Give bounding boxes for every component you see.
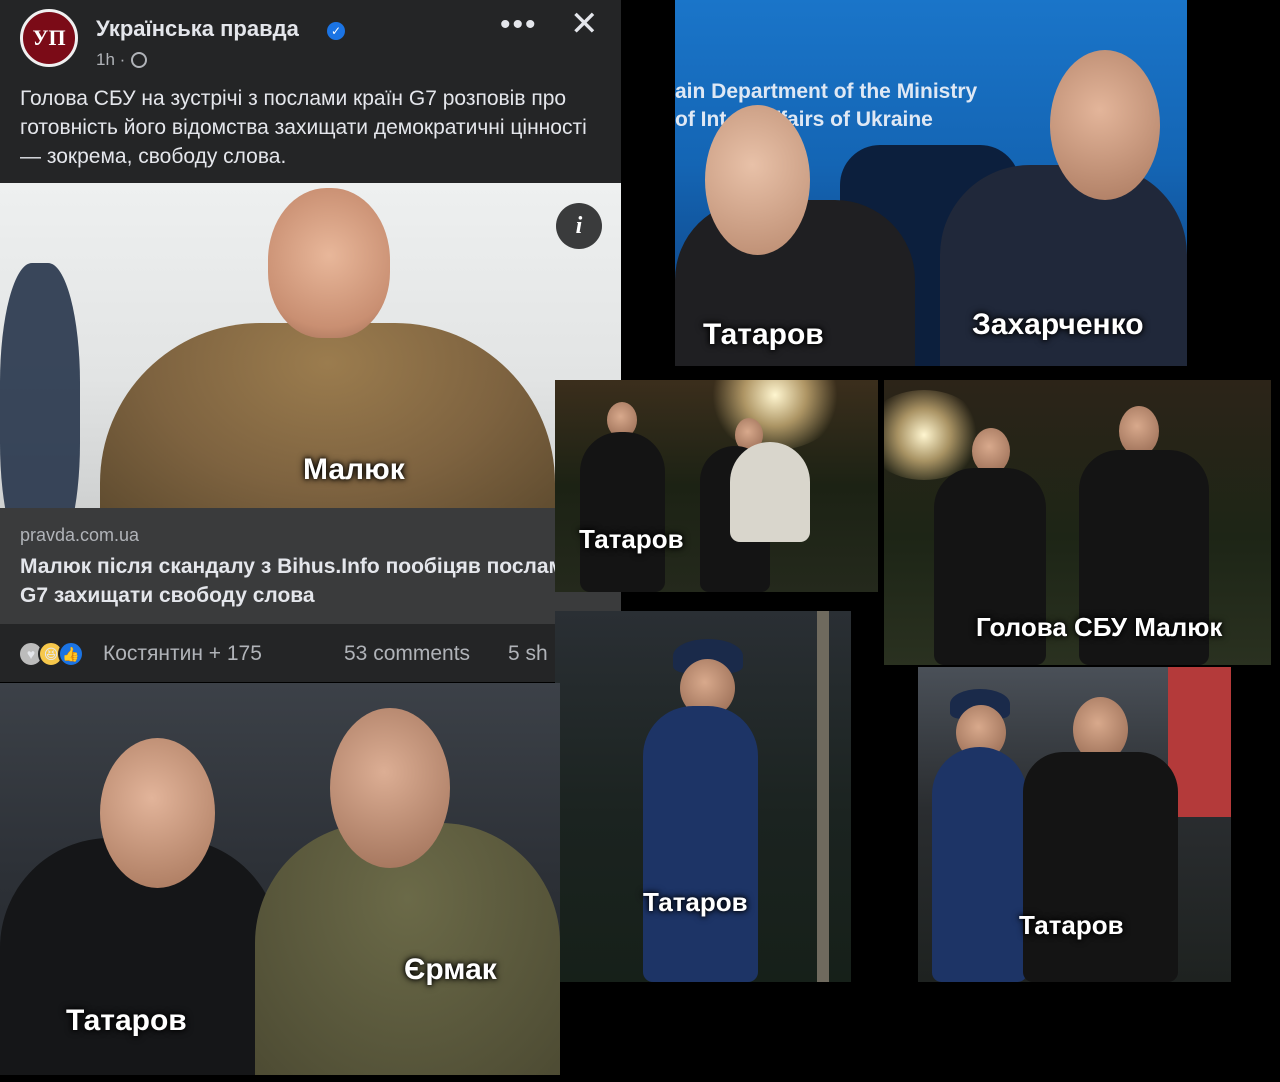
post-meta: 1h · — [96, 50, 148, 70]
photo-tatarov-ermak: Єрмак Татаров — [0, 683, 560, 1075]
image-caption-maliuk: Малюк — [303, 453, 405, 486]
night-photo-4: Татаров — [918, 667, 1231, 982]
caption-tatarov: Татаров — [579, 524, 684, 554]
caption-tatarov: Татаров — [643, 887, 748, 917]
night-photo-2: Голова СБУ Малюк — [884, 380, 1271, 665]
caption-ermak: Єрмак — [404, 953, 497, 986]
like-reaction-icon: 👍 — [58, 641, 84, 667]
caption-tatarov: Татаров — [1019, 910, 1124, 940]
person-body — [580, 432, 665, 592]
night-photo-3: Татаров — [555, 611, 851, 982]
facebook-post-card: УП Українська правда ✓ 1h · ••• ✕ Голова… — [0, 0, 621, 682]
post-text: Голова СБУ на зустрічі з послами країн G… — [20, 87, 587, 168]
night-photo-1: Татаров — [555, 380, 878, 592]
comments-count[interactable]: 53 comments — [344, 642, 470, 666]
person-head — [330, 708, 450, 868]
shares-count[interactable]: 5 sh — [508, 642, 548, 666]
caption-sbu-head-maliuk: Голова СБУ Малюк — [976, 612, 1223, 642]
street-light — [884, 390, 984, 480]
caption-tatarov: Татаров — [66, 1004, 187, 1037]
person-head — [100, 738, 215, 888]
pole — [817, 611, 829, 982]
person-head — [1119, 406, 1159, 456]
page-name-link[interactable]: Українська правда — [96, 16, 299, 42]
link-domain: pravda.com.ua — [20, 525, 140, 545]
person-head — [1050, 50, 1160, 200]
caption-tatarov: Татаров — [703, 318, 824, 351]
globe-icon — [131, 52, 148, 68]
caption-zakharchenko: Захарченко — [972, 308, 1144, 341]
link-title[interactable]: Малюк після скандалу з Bihus.Info пообіц… — [20, 552, 580, 610]
person-body — [1023, 752, 1178, 982]
street-light — [705, 380, 845, 450]
more-icon[interactable]: ••• — [500, 8, 538, 42]
background-figure — [0, 263, 80, 508]
person-head — [705, 105, 810, 255]
reaction-icons[interactable]: ♥ 😆 👍 — [18, 641, 84, 667]
person-body — [932, 747, 1027, 982]
post-time[interactable]: 1h · — [96, 50, 125, 70]
link-preview-image[interactable]: Малюк — [0, 183, 621, 508]
photo-tatarov-zakharchenko: ain Department of the Ministry of Int ff… — [675, 0, 1187, 366]
page-avatar[interactable]: УП — [20, 9, 78, 67]
avatar-logo-text: УП — [32, 25, 66, 50]
info-icon[interactable]: i — [556, 203, 602, 249]
person-body — [643, 706, 758, 982]
person-head — [268, 188, 390, 338]
close-icon[interactable]: ✕ — [570, 4, 599, 44]
person-body — [730, 442, 810, 542]
verified-icon: ✓ — [327, 22, 345, 40]
reactors-count[interactable]: Костянтин + 175 — [103, 642, 262, 666]
